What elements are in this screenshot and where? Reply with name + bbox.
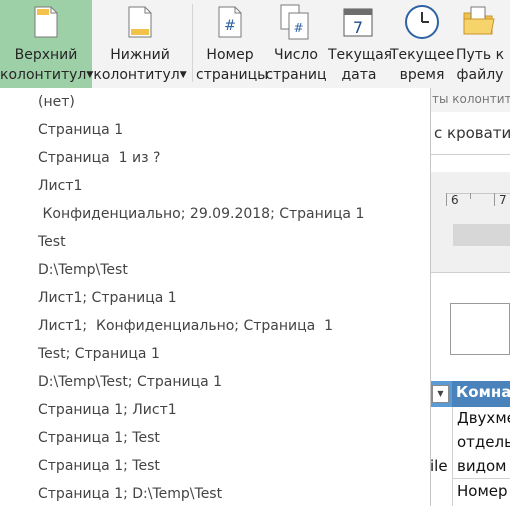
ribbon-separator	[192, 4, 193, 82]
header-button[interactable]: Верхний колонтитул▼	[0, 0, 93, 88]
filter-dropdown-button[interactable]: ▼	[432, 385, 449, 403]
ruler-number: 6	[451, 193, 459, 207]
ruler-number: 7	[499, 193, 507, 207]
file-path-button[interactable]: Путь к файлу	[454, 0, 506, 88]
calendar-icon: 7	[343, 8, 373, 37]
page-number-icon: #	[218, 6, 242, 38]
table-cell[interactable]: ile	[430, 457, 448, 475]
header-edit-box[interactable]	[450, 303, 510, 355]
menu-item[interactable]: Страница 1; Лист1	[0, 396, 430, 424]
current-time-button[interactable]: Текущее время	[390, 0, 454, 88]
current-date-button[interactable]: 7 Текущая дата	[328, 0, 393, 88]
page-number-button[interactable]: # Номер страницы	[196, 0, 269, 88]
page-count-label-2: страниц	[265, 67, 327, 83]
header-button-label-1: Верхний	[14, 47, 78, 63]
table-cell[interactable]: Двухме	[457, 409, 510, 427]
menu-item[interactable]: Страница 1; Test	[0, 452, 430, 480]
menu-item[interactable]: D:\Temp\Test; Страница 1	[0, 368, 430, 396]
ribbon-group-label: ты колонтит...	[432, 92, 510, 106]
page-number-label-1: Номер	[206, 47, 254, 63]
column-header-label: Комнат	[456, 383, 510, 401]
menu-item[interactable]: Лист1; Конфиденциально; Страница 1	[0, 312, 430, 340]
footer-button-label-2: колонтитул	[93, 67, 180, 83]
table-cell[interactable]: видом	[457, 457, 506, 475]
clock-icon	[405, 5, 439, 39]
ruler-band	[430, 172, 510, 272]
page-count-label-1: Число	[274, 47, 318, 63]
header-button-label-2: колонтитул	[0, 67, 87, 83]
divider	[430, 272, 510, 273]
header-area-bar	[453, 224, 510, 246]
file-path-label-1: Путь к	[455, 47, 505, 63]
grid-line	[452, 407, 453, 506]
page-count-button[interactable]: # Число страниц	[264, 0, 328, 88]
current-time-label-1: Текущее	[390, 47, 455, 63]
page-count-icon: #	[280, 4, 309, 40]
grid-line	[452, 478, 510, 479]
page-header-icon	[34, 6, 58, 38]
document-title: с кровати	[434, 124, 510, 142]
footer-button[interactable]: Нижний колонтитул▼	[92, 0, 188, 88]
menu-item[interactable]: Страница 1 из ?	[0, 144, 430, 172]
file-path-label-2: файлу	[456, 67, 504, 83]
menu-item[interactable]: Страница 1; D:\Temp\Test	[0, 480, 430, 508]
footer-button-label-1: Нижний	[110, 47, 170, 63]
svg-text:#: #	[224, 18, 236, 34]
page-number-label-2: страницы	[196, 67, 269, 83]
ruler-tick	[446, 193, 447, 206]
current-time-label-2: время	[399, 67, 445, 83]
chevron-down-icon: ▼	[179, 70, 187, 80]
page-footer-icon	[128, 6, 152, 38]
menu-item[interactable]: Лист1; Страница 1	[0, 284, 430, 312]
menu-item[interactable]: Test; Страница 1	[0, 340, 430, 368]
folder-icon	[463, 6, 495, 35]
menu-item[interactable]: (нет)	[0, 88, 430, 116]
menu-item[interactable]: Test	[0, 228, 430, 256]
menu-item[interactable]: D:\Temp\Test	[0, 256, 430, 284]
menu-item[interactable]: Страница 1	[0, 116, 430, 144]
current-date-label-2: дата	[341, 67, 377, 83]
calendar-digit: 7	[353, 18, 363, 37]
header-options-menu: (нет) Страница 1 Страница 1 из ? Лист1 К…	[0, 88, 431, 506]
table-cell[interactable]: Номер	[457, 482, 508, 500]
menu-item[interactable]: Конфиденциально; 29.09.2018; Страница 1	[0, 200, 430, 228]
current-date-label-1: Текущая	[328, 47, 393, 63]
divider	[430, 154, 510, 155]
menu-item[interactable]: Лист1	[0, 172, 430, 200]
svg-text:#: #	[293, 21, 303, 35]
header-button-label-2-wrap: колонтитул▼	[0, 65, 93, 85]
ruler-tick	[470, 193, 471, 199]
footer-button-label-2-wrap: колонтитул▼	[92, 65, 188, 85]
table-cell[interactable]: отдель	[457, 433, 510, 451]
ruler-tick	[494, 193, 495, 206]
menu-item[interactable]: Страница 1; Test	[0, 424, 430, 452]
